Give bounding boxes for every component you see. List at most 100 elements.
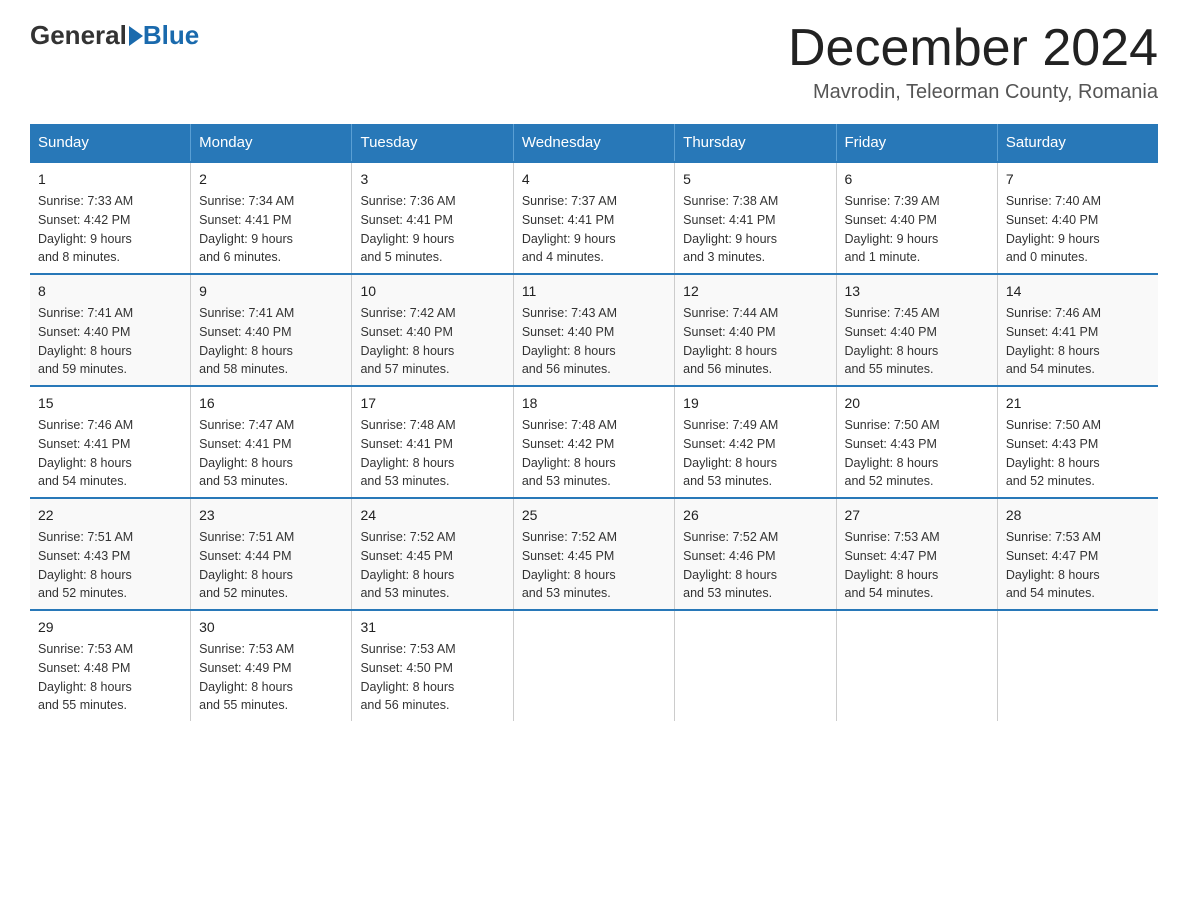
day-info: Sunrise: 7:42 AMSunset: 4:40 PMDaylight:… [360, 304, 504, 379]
day-info: Sunrise: 7:51 AMSunset: 4:43 PMDaylight:… [38, 528, 182, 603]
calendar-cell: 21Sunrise: 7:50 AMSunset: 4:43 PMDayligh… [997, 386, 1158, 498]
day-number: 16 [199, 393, 343, 414]
day-info: Sunrise: 7:52 AMSunset: 4:45 PMDaylight:… [360, 528, 504, 603]
logo: General Blue [30, 20, 199, 51]
col-header-saturday: Saturday [997, 124, 1158, 162]
calendar-cell: 4Sunrise: 7:37 AMSunset: 4:41 PMDaylight… [513, 162, 674, 274]
calendar-week-row: 29Sunrise: 7:53 AMSunset: 4:48 PMDayligh… [30, 610, 1158, 721]
day-number: 18 [522, 393, 666, 414]
calendar-cell: 9Sunrise: 7:41 AMSunset: 4:40 PMDaylight… [191, 274, 352, 386]
calendar-cell: 29Sunrise: 7:53 AMSunset: 4:48 PMDayligh… [30, 610, 191, 721]
day-number: 30 [199, 617, 343, 638]
day-info: Sunrise: 7:34 AMSunset: 4:41 PMDaylight:… [199, 192, 343, 267]
calendar-cell: 10Sunrise: 7:42 AMSunset: 4:40 PMDayligh… [352, 274, 513, 386]
calendar-cell: 23Sunrise: 7:51 AMSunset: 4:44 PMDayligh… [191, 498, 352, 610]
col-header-sunday: Sunday [30, 124, 191, 162]
calendar-cell: 30Sunrise: 7:53 AMSunset: 4:49 PMDayligh… [191, 610, 352, 721]
col-header-friday: Friday [836, 124, 997, 162]
day-number: 9 [199, 281, 343, 302]
calendar-cell: 25Sunrise: 7:52 AMSunset: 4:45 PMDayligh… [513, 498, 674, 610]
day-number: 5 [683, 169, 827, 190]
day-number: 17 [360, 393, 504, 414]
calendar-week-row: 15Sunrise: 7:46 AMSunset: 4:41 PMDayligh… [30, 386, 1158, 498]
calendar-cell [836, 610, 997, 721]
calendar-cell: 16Sunrise: 7:47 AMSunset: 4:41 PMDayligh… [191, 386, 352, 498]
day-number: 3 [360, 169, 504, 190]
day-info: Sunrise: 7:48 AMSunset: 4:42 PMDaylight:… [522, 416, 666, 491]
day-info: Sunrise: 7:41 AMSunset: 4:40 PMDaylight:… [199, 304, 343, 379]
calendar-cell: 7Sunrise: 7:40 AMSunset: 4:40 PMDaylight… [997, 162, 1158, 274]
calendar-cell: 8Sunrise: 7:41 AMSunset: 4:40 PMDaylight… [30, 274, 191, 386]
day-info: Sunrise: 7:48 AMSunset: 4:41 PMDaylight:… [360, 416, 504, 491]
calendar-cell [997, 610, 1158, 721]
day-number: 4 [522, 169, 666, 190]
day-number: 27 [845, 505, 989, 526]
col-header-thursday: Thursday [675, 124, 836, 162]
calendar-cell: 1Sunrise: 7:33 AMSunset: 4:42 PMDaylight… [30, 162, 191, 274]
day-info: Sunrise: 7:52 AMSunset: 4:45 PMDaylight:… [522, 528, 666, 603]
day-info: Sunrise: 7:46 AMSunset: 4:41 PMDaylight:… [38, 416, 182, 491]
day-info: Sunrise: 7:44 AMSunset: 4:40 PMDaylight:… [683, 304, 827, 379]
calendar-week-row: 1Sunrise: 7:33 AMSunset: 4:42 PMDaylight… [30, 162, 1158, 274]
day-info: Sunrise: 7:37 AMSunset: 4:41 PMDaylight:… [522, 192, 666, 267]
day-number: 10 [360, 281, 504, 302]
day-number: 23 [199, 505, 343, 526]
logo-general-text: General [30, 20, 127, 51]
day-number: 1 [38, 169, 182, 190]
day-number: 20 [845, 393, 989, 414]
calendar-week-row: 22Sunrise: 7:51 AMSunset: 4:43 PMDayligh… [30, 498, 1158, 610]
logo-blue-part: Blue [127, 20, 199, 51]
day-number: 13 [845, 281, 989, 302]
day-info: Sunrise: 7:51 AMSunset: 4:44 PMDaylight:… [199, 528, 343, 603]
day-number: 26 [683, 505, 827, 526]
day-number: 12 [683, 281, 827, 302]
calendar-cell: 13Sunrise: 7:45 AMSunset: 4:40 PMDayligh… [836, 274, 997, 386]
title-section: December 2024 Mavrodin, Teleorman County… [788, 20, 1158, 104]
day-number: 29 [38, 617, 182, 638]
day-number: 28 [1006, 505, 1150, 526]
day-number: 24 [360, 505, 504, 526]
col-header-wednesday: Wednesday [513, 124, 674, 162]
calendar-cell: 20Sunrise: 7:50 AMSunset: 4:43 PMDayligh… [836, 386, 997, 498]
calendar-cell: 26Sunrise: 7:52 AMSunset: 4:46 PMDayligh… [675, 498, 836, 610]
day-info: Sunrise: 7:33 AMSunset: 4:42 PMDaylight:… [38, 192, 182, 267]
day-number: 25 [522, 505, 666, 526]
calendar-cell: 2Sunrise: 7:34 AMSunset: 4:41 PMDaylight… [191, 162, 352, 274]
day-info: Sunrise: 7:41 AMSunset: 4:40 PMDaylight:… [38, 304, 182, 379]
calendar-table: SundayMondayTuesdayWednesdayThursdayFrid… [30, 124, 1158, 721]
calendar-cell: 11Sunrise: 7:43 AMSunset: 4:40 PMDayligh… [513, 274, 674, 386]
logo-arrow-icon [129, 26, 143, 46]
day-info: Sunrise: 7:53 AMSunset: 4:48 PMDaylight:… [38, 640, 182, 715]
day-number: 6 [845, 169, 989, 190]
calendar-cell: 12Sunrise: 7:44 AMSunset: 4:40 PMDayligh… [675, 274, 836, 386]
calendar-cell [675, 610, 836, 721]
day-number: 15 [38, 393, 182, 414]
day-info: Sunrise: 7:36 AMSunset: 4:41 PMDaylight:… [360, 192, 504, 267]
calendar-cell: 5Sunrise: 7:38 AMSunset: 4:41 PMDaylight… [675, 162, 836, 274]
calendar-cell: 17Sunrise: 7:48 AMSunset: 4:41 PMDayligh… [352, 386, 513, 498]
day-info: Sunrise: 7:50 AMSunset: 4:43 PMDaylight:… [1006, 416, 1150, 491]
calendar-cell [513, 610, 674, 721]
day-number: 19 [683, 393, 827, 414]
day-info: Sunrise: 7:50 AMSunset: 4:43 PMDaylight:… [845, 416, 989, 491]
day-number: 22 [38, 505, 182, 526]
col-header-monday: Monday [191, 124, 352, 162]
day-info: Sunrise: 7:52 AMSunset: 4:46 PMDaylight:… [683, 528, 827, 603]
page-header: General Blue December 2024 Mavrodin, Tel… [30, 20, 1158, 104]
calendar-header-row: SundayMondayTuesdayWednesdayThursdayFrid… [30, 124, 1158, 162]
day-info: Sunrise: 7:49 AMSunset: 4:42 PMDaylight:… [683, 416, 827, 491]
logo-blue-text: Blue [143, 20, 199, 51]
day-info: Sunrise: 7:40 AMSunset: 4:40 PMDaylight:… [1006, 192, 1150, 267]
day-info: Sunrise: 7:46 AMSunset: 4:41 PMDaylight:… [1006, 304, 1150, 379]
day-info: Sunrise: 7:53 AMSunset: 4:47 PMDaylight:… [845, 528, 989, 603]
day-info: Sunrise: 7:53 AMSunset: 4:50 PMDaylight:… [360, 640, 504, 715]
day-number: 8 [38, 281, 182, 302]
col-header-tuesday: Tuesday [352, 124, 513, 162]
calendar-cell: 19Sunrise: 7:49 AMSunset: 4:42 PMDayligh… [675, 386, 836, 498]
calendar-cell: 31Sunrise: 7:53 AMSunset: 4:50 PMDayligh… [352, 610, 513, 721]
calendar-cell: 24Sunrise: 7:52 AMSunset: 4:45 PMDayligh… [352, 498, 513, 610]
calendar-cell: 18Sunrise: 7:48 AMSunset: 4:42 PMDayligh… [513, 386, 674, 498]
day-number: 7 [1006, 169, 1150, 190]
day-number: 2 [199, 169, 343, 190]
day-info: Sunrise: 7:39 AMSunset: 4:40 PMDaylight:… [845, 192, 989, 267]
